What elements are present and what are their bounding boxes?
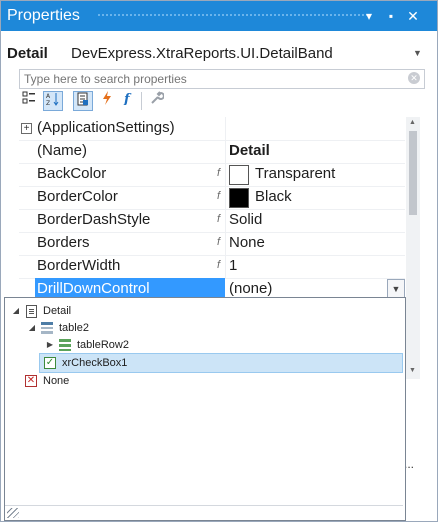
resize-grip-icon[interactable] [7, 508, 19, 518]
events-icon[interactable] [97, 91, 117, 111]
color-swatch [229, 188, 249, 208]
close-icon[interactable]: ✕ [405, 8, 421, 24]
tree-node-label: xrCheckBox1 [62, 357, 128, 369]
svg-text:A: A [46, 93, 51, 100]
categorized-icon[interactable] [19, 91, 39, 111]
title-grip [97, 13, 367, 18]
color-swatch [229, 165, 249, 185]
tree-node-selected[interactable]: ✓ xrCheckBox1 [39, 353, 403, 373]
none-icon: ✕ [25, 375, 37, 387]
property-name: Borders [37, 234, 90, 251]
property-row[interactable]: + (ApplicationSettings) [19, 117, 405, 141]
svg-text:Z: Z [46, 100, 50, 106]
svg-text:f: f [123, 92, 132, 105]
search-input[interactable] [20, 71, 394, 87]
expression-icon[interactable]: f [217, 236, 220, 248]
tree-node[interactable]: ◢ table2 [27, 319, 387, 337]
expression-icon[interactable]: f [217, 259, 220, 271]
resize-grip[interactable] [5, 505, 403, 520]
property-name: (Name) [37, 142, 88, 159]
tree-node-label: table2 [59, 322, 89, 334]
expanded-arrow-icon[interactable]: ◢ [11, 302, 21, 320]
clear-search-icon[interactable]: ✕ [408, 72, 420, 84]
property-name: (ApplicationSettings) [37, 119, 175, 136]
column-separator [225, 255, 226, 278]
pin-icon[interactable]: ▪ [383, 8, 399, 24]
object-selector[interactable]: Detail DevExpress.XtraReports.UI.DetailB… [1, 41, 437, 67]
property-value[interactable]: Black [255, 188, 292, 205]
chevron-down-icon[interactable]: ▼ [413, 48, 422, 58]
tree-node-label: None [43, 375, 70, 387]
vertical-scrollbar[interactable]: ▲ ▼ [406, 117, 420, 379]
expressions-icon[interactable]: f [119, 91, 139, 111]
property-row[interactable]: BackColor f Transparent [19, 163, 405, 187]
property-value[interactable]: 1 [229, 257, 237, 274]
property-row[interactable]: BorderColor f Black [19, 186, 405, 210]
toolbar-separator [141, 92, 142, 110]
document-icon [26, 305, 37, 318]
scroll-down-icon[interactable]: ▼ [409, 367, 416, 374]
search-box: ✕ [19, 69, 425, 89]
scroll-thumb[interactable] [409, 131, 417, 215]
table-icon [41, 322, 53, 334]
scroll-up-icon[interactable]: ▲ [409, 119, 416, 126]
tree-node-label: Detail [43, 305, 72, 317]
object-name: Detail [7, 45, 48, 62]
property-row[interactable]: (Name) Detail [19, 140, 405, 164]
collapsed-arrow-icon[interactable]: ▶ [45, 336, 55, 354]
tree-node[interactable]: ▶ tableRow2 [45, 336, 385, 354]
property-name: BackColor [37, 165, 107, 182]
property-name: BorderColor [37, 188, 118, 205]
control-tree-dropdown: ◢ Detail ◢ table2 ▶ tableRow2 ✓ xrCheckB… [4, 297, 406, 521]
object-type: DevExpress.XtraReports.UI.DetailBand [71, 45, 333, 62]
column-separator [225, 140, 226, 163]
property-value[interactable]: None [229, 234, 265, 251]
table-row-icon [59, 339, 71, 351]
property-value[interactable]: Transparent [255, 165, 335, 182]
column-separator [225, 232, 226, 255]
expression-icon[interactable]: f [217, 167, 220, 179]
tree-node[interactable]: ◢ Detail [11, 302, 391, 320]
property-name: BorderDashStyle [37, 211, 151, 228]
title-bar[interactable]: Properties ▾ ▪ ✕ [1, 1, 437, 31]
wrench-icon[interactable] [147, 91, 167, 111]
expanded-arrow-icon[interactable]: ◢ [27, 319, 37, 337]
properties-icon[interactable] [73, 91, 93, 111]
panel-title: Properties [7, 7, 80, 24]
checkbox-icon: ✓ [44, 357, 56, 369]
column-separator [225, 209, 226, 232]
column-separator [225, 163, 226, 186]
property-value[interactable]: Solid [229, 211, 262, 228]
alphabetical-icon[interactable]: AZ [43, 91, 63, 111]
column-separator [225, 186, 226, 209]
expand-icon[interactable]: + [21, 123, 32, 134]
property-value[interactable]: Detail [229, 142, 270, 159]
expression-icon[interactable]: f [217, 213, 220, 225]
property-name: BorderWidth [37, 257, 121, 274]
tree-node-label: tableRow2 [77, 339, 129, 351]
property-value[interactable]: (none) [229, 280, 272, 297]
column-separator [225, 117, 226, 140]
property-row[interactable]: Borders f None [19, 232, 405, 256]
property-row[interactable]: BorderWidth f 1 [19, 255, 405, 279]
expression-icon[interactable]: f [217, 190, 220, 202]
property-row[interactable]: BorderDashStyle f Solid [19, 209, 405, 233]
tree-node[interactable]: ✕ None [25, 372, 385, 390]
window-menu-icon[interactable]: ▾ [361, 8, 377, 24]
